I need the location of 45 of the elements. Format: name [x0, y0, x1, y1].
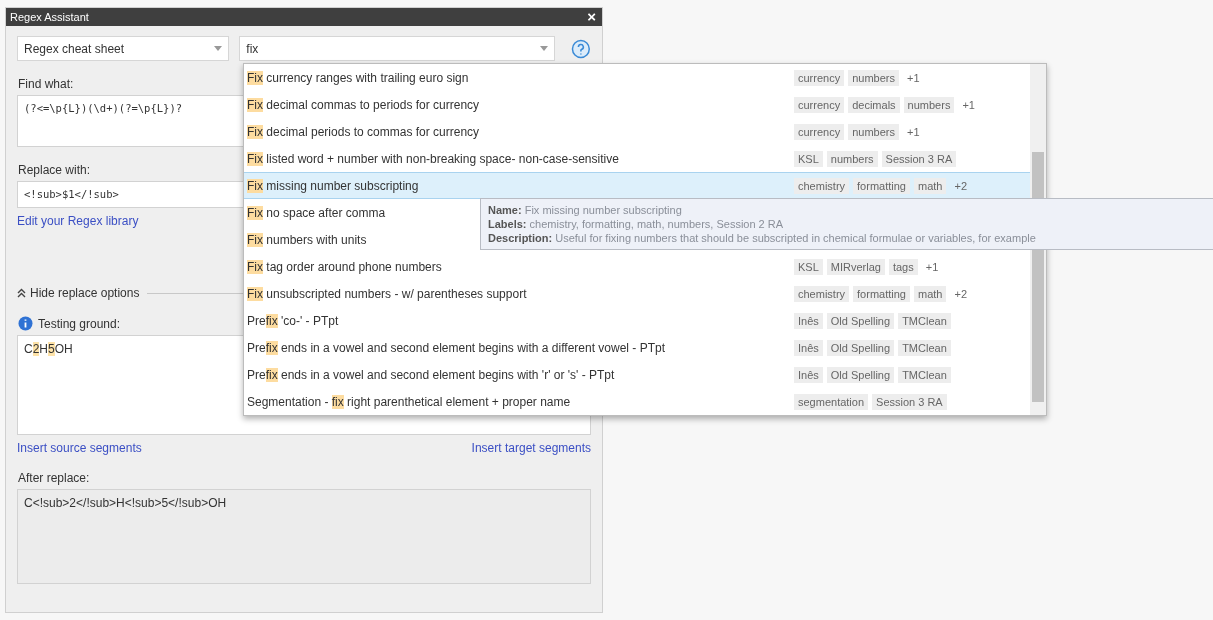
label-tag: formatting: [853, 285, 910, 302]
label-tag: Old Spelling: [826, 312, 895, 329]
label-tag: chemistry: [794, 285, 850, 302]
label-tag: numbers: [848, 69, 899, 86]
more-count: +2: [954, 287, 967, 300]
window-title: Regex Assistant: [10, 11, 89, 23]
label-tag: Session 3 RA: [872, 393, 947, 410]
label-tag: Old Spelling: [826, 339, 895, 356]
label-tag: TMClean: [898, 312, 951, 329]
label-tag: Old Spelling: [826, 366, 895, 383]
label-tag: decimals: [848, 96, 900, 113]
label-tag: Session 3 RA: [881, 150, 957, 167]
label-tag: tags: [888, 258, 918, 275]
more-count: +1: [925, 260, 939, 273]
label-tag: numbers: [848, 123, 899, 140]
after-replace-label: After replace:: [18, 471, 90, 485]
label-tag: math: [914, 177, 947, 194]
label-tag: numbers: [826, 150, 878, 167]
more-count: +1: [907, 125, 920, 138]
more-count: +1: [907, 71, 920, 84]
label-tag: KSL: [794, 150, 823, 167]
label-tag: Inês: [794, 339, 823, 356]
more-count: +1: [962, 98, 975, 111]
tooltip-line: Name: Fix missing number subscripting: [488, 204, 683, 216]
find-what-label: Find what:: [18, 77, 74, 91]
testing-ground-label: Testing ground:: [38, 316, 121, 331]
label-tag: TMClean: [898, 339, 951, 356]
label-tag: formatting: [853, 177, 910, 194]
label-tag: Inês: [794, 312, 823, 329]
after-replace-field: C<!sub>2</!sub>H<!sub>5</!sub>OH: [17, 489, 591, 584]
tooltip-line: Labels: chemistry, formatting, math, numbers, Session 2 RA: [488, 218, 785, 230]
tooltip-line: Description: Useful for fixing numbers that should be subscripted in chemical formulae or variables, for example: [488, 232, 1037, 244]
label-tag: currency: [794, 96, 845, 113]
label-tag: Inês: [794, 366, 823, 383]
label-tag: currency: [794, 123, 845, 140]
label-tag: numbers: [903, 96, 955, 113]
label-tag: TMClean: [898, 366, 951, 383]
label-tag: math: [914, 285, 947, 302]
label-tag: MIRverlag: [826, 258, 885, 275]
label-tag: segmentation: [794, 393, 869, 410]
label-tag: currency: [794, 69, 845, 86]
more-count: +2: [954, 179, 967, 192]
label-tag: chemistry: [794, 177, 850, 194]
label-tag: KSL: [794, 258, 823, 275]
replace-with-label: Replace with:: [18, 163, 91, 177]
